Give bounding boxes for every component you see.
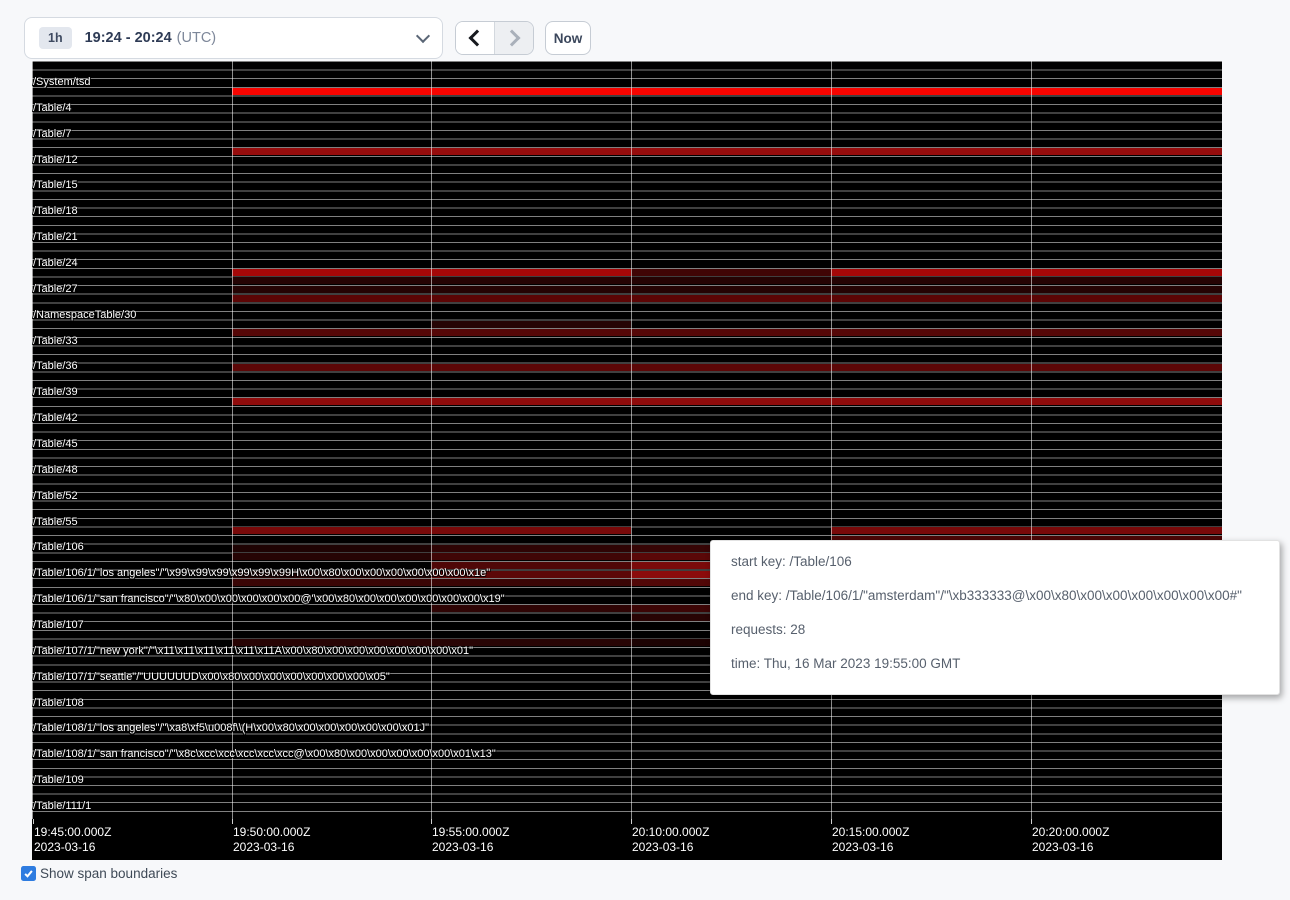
span-row-label: /Table/27 — [33, 284, 78, 295]
x-axis-date-label: 2023-03-16 — [233, 840, 294, 854]
heat-band — [431, 605, 631, 612]
x-axis-time-label: 20:15:00.000Z — [832, 825, 909, 839]
x-axis-time-label: 20:20:00.000Z — [1032, 825, 1109, 839]
span-row-label: /Table/106/1/"los angeles"/"\x99\x99\x99… — [33, 568, 490, 579]
span-row-label: /Table/24 — [33, 258, 78, 269]
heat-band — [831, 527, 1222, 534]
heat-band — [232, 295, 1222, 302]
x-axis-tick — [232, 819, 233, 824]
heat-band — [232, 329, 1222, 336]
tooltip-requests: requests: 28 — [731, 622, 1269, 638]
heat-band — [232, 398, 1222, 405]
time-range-label: 19:24 - 20:24 — [85, 30, 172, 46]
span-row-label: /Table/107 — [33, 620, 84, 631]
span-row-label: /Table/7 — [33, 129, 72, 140]
span-row-label: /Table/36 — [33, 361, 78, 372]
heat-band — [232, 148, 1222, 155]
x-axis-date-label: 2023-03-16 — [432, 840, 493, 854]
span-row-label: /Table/106/1/"san francisco"/"\x80\x00\x… — [33, 594, 505, 605]
x-axis-time-label: 19:50:00.000Z — [233, 825, 310, 839]
prev-time-button[interactable] — [456, 22, 494, 54]
span-row-label: /Table/33 — [33, 336, 78, 347]
duration-chip: 1h — [39, 27, 72, 49]
span-row-label: /Table/106 — [33, 542, 84, 553]
heat-band — [232, 553, 431, 560]
chevron-down-icon — [416, 29, 430, 43]
span-row-label: /Table/12 — [33, 155, 78, 166]
show-span-boundaries-checkbox[interactable] — [21, 866, 36, 881]
span-row-label: /Table/52 — [33, 491, 78, 502]
heat-band — [431, 321, 631, 328]
x-axis-tick — [631, 819, 632, 824]
tooltip-time: time: Thu, 16 Mar 2023 19:55:00 GMT — [731, 656, 1269, 672]
chevron-left-icon — [469, 30, 486, 47]
x-axis-time-label: 20:10:00.000Z — [632, 825, 709, 839]
span-row-label: /Table/111/1 — [33, 801, 91, 812]
x-axis-time-label: 19:45:00.000Z — [34, 825, 111, 839]
span-row-label: /Table/108/1/"los angeles"/"\xa8\xf5\u00… — [33, 723, 429, 734]
time-gridline — [431, 61, 432, 819]
span-row-label: /Table/107/1/"seattle"/"UUUUUUD\x00\x80\… — [33, 672, 390, 683]
span-row-label: /Table/109 — [33, 775, 84, 786]
footer-controls: Show span boundaries — [21, 866, 177, 881]
span-row-label: /System/tsd — [33, 77, 90, 88]
time-gridline — [232, 61, 233, 819]
heat-band — [431, 545, 631, 552]
span-row-label: /Table/107/1/"new york"/"\x11\x11\x11\x1… — [33, 646, 473, 657]
key-visualizer-page: 1h 19:24 - 20:24 (UTC) Now /System/tsd/T… — [0, 0, 1290, 900]
time-gridline — [831, 61, 832, 819]
heat-band — [232, 545, 431, 552]
span-row-label: /Table/42 — [33, 413, 78, 424]
check-icon — [23, 868, 34, 879]
tooltip-end-key: end key: /Table/106/1/"amsterdam"/"\xb33… — [731, 588, 1269, 604]
span-row-label: /Table/4 — [33, 103, 72, 114]
x-axis-tick — [1031, 819, 1032, 824]
tooltip-start-key: start key: /Table/106 — [731, 554, 1269, 570]
x-axis-date-label: 2023-03-16 — [832, 840, 893, 854]
span-row-label: /Table/45 — [33, 439, 78, 450]
heatmap-rows-area[interactable]: /System/tsd/Table/4/Table/7/Table/12/Tab… — [32, 61, 1222, 819]
span-row-label: /NamespaceTable/30 — [33, 310, 136, 321]
now-button[interactable]: Now — [545, 21, 591, 55]
span-row-label: /Table/108/1/"san francisco"/"\x8c\xcc\x… — [33, 749, 496, 760]
x-axis-tick — [431, 819, 432, 824]
heat-band — [232, 277, 1222, 284]
chevron-right-icon — [504, 30, 521, 47]
span-row-label: /Table/55 — [33, 517, 78, 528]
key-visualizer-canvas[interactable]: /System/tsd/Table/4/Table/7/Table/12/Tab… — [32, 61, 1222, 860]
x-axis-tick — [33, 819, 34, 824]
heat-band — [232, 88, 1222, 95]
x-axis-date-label: 2023-03-16 — [34, 840, 95, 854]
span-row-label: /Table/108 — [33, 698, 84, 709]
span-row-label: /Table/15 — [33, 180, 78, 191]
time-gridline — [631, 61, 632, 819]
show-span-boundaries-label: Show span boundaries — [40, 866, 177, 881]
span-row-label: /Table/21 — [33, 232, 78, 243]
x-axis: 19:45:00.000Z2023-03-1619:50:00.000Z2023… — [32, 819, 1222, 860]
time-nav-group — [455, 21, 534, 55]
span-tooltip: start key: /Table/106 end key: /Table/10… — [710, 540, 1280, 695]
timezone-label: (UTC) — [177, 30, 216, 46]
heat-band — [431, 553, 631, 560]
time-range-dropdown[interactable]: 1h 19:24 - 20:24 (UTC) — [24, 17, 443, 59]
x-axis-time-label: 19:55:00.000Z — [432, 825, 509, 839]
next-time-button[interactable] — [494, 22, 533, 54]
span-row-label: /Table/39 — [33, 387, 78, 398]
x-axis-date-label: 2023-03-16 — [632, 840, 693, 854]
heat-band — [631, 269, 831, 276]
span-row-label: /Table/48 — [33, 465, 78, 476]
heat-band — [232, 286, 1222, 293]
x-axis-date-label: 2023-03-16 — [1032, 840, 1093, 854]
heat-band — [232, 364, 1222, 371]
x-axis-tick — [831, 819, 832, 824]
span-row-label: /Table/18 — [33, 206, 78, 217]
heat-band — [831, 269, 1222, 276]
time-gridline — [1031, 61, 1032, 819]
